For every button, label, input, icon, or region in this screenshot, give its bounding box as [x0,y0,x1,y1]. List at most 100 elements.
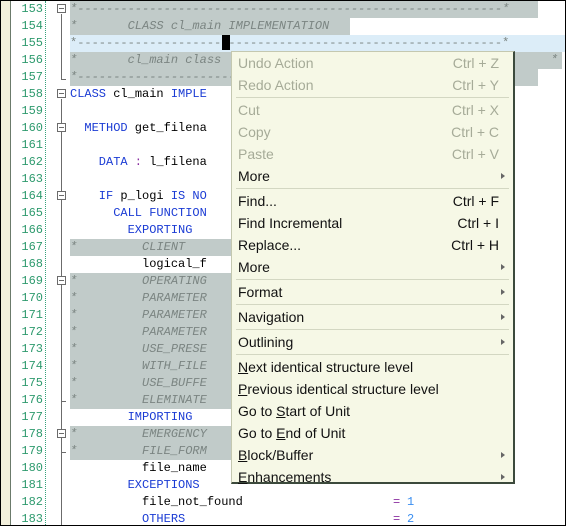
menu-shortcut: Ctrl + Z [452,55,499,71]
menu-label: Format [238,284,283,300]
line-number: 159 [21,104,43,118]
line-number: 173 [21,342,43,356]
line-number: 163 [21,172,43,186]
code-line-comment: * FILE_FORM [70,443,232,460]
menu-item-paste[interactable]: Paste Ctrl + V [232,143,513,165]
menu-shortcut: Ctrl + F [452,193,499,209]
menu-separator [236,329,509,330]
menu-shortcut: Ctrl + X [451,102,499,118]
menu-separator [236,279,509,280]
code-line: EXPORTING [70,223,193,237]
menu-label: Redo Action [238,77,314,93]
submenu-arrow-icon [501,452,505,458]
menu-item-navigation[interactable]: Navigation [232,306,513,328]
comment-text: * cl_main class [70,53,222,67]
menu-label: More [238,259,270,275]
fold-end [61,79,66,80]
fold-line [61,99,62,525]
line-number: 175 [21,376,43,390]
code-line-comment: * PARAMETER [70,307,232,324]
context-menu: Undo Action Ctrl + Z Redo Action Ctrl + Y … [231,51,515,485]
line-number: 166 [21,223,43,237]
line-number: 154 [21,19,43,33]
line-number: 171 [21,308,43,322]
fold-collapse-icon[interactable] [57,4,66,13]
menu-mnemonic: P [238,381,248,397]
menu-label: Replace... [238,237,302,253]
menu-item-more-edit[interactable]: More [232,165,513,187]
keyword: METHOD [70,121,128,135]
line-number: 156 [21,53,43,67]
menu-item-format[interactable]: Format [232,281,513,303]
line-number: 180 [21,461,43,475]
number: 2 [407,512,415,526]
menu-label: ext identical structure level [248,359,414,375]
menu-item-go-to-start-of-unit[interactable]: Go to Start of Unit [232,400,513,422]
menu-separator [236,304,509,305]
code-line-comment: * CLASS cl_main IMPLEMENTATION [70,18,350,35]
fold-collapse-icon[interactable] [57,89,66,98]
fold-collapse-icon[interactable] [57,276,66,285]
operator: = [393,512,401,526]
line-number: 183 [21,512,43,526]
fold-collapse-icon[interactable] [57,191,66,200]
line-number: 157 [21,70,43,84]
menu-item-cut[interactable]: Cut Ctrl + X [232,99,513,121]
menu-item-find-incremental[interactable]: Find Incremental Ctrl + I [232,212,513,234]
menu-item-undo-action[interactable]: Undo Action Ctrl + Z [232,52,513,74]
operator: = [393,495,401,509]
keyword: IF [70,189,114,203]
menu-item-copy[interactable]: Copy Ctrl + C [232,121,513,143]
menu-shortcut: Ctrl + V [451,146,499,162]
fold-collapse-icon[interactable] [57,123,66,132]
code-line-comment: * USE_PRESE [70,341,232,358]
menu-label: More [238,168,270,184]
comment-end: * [550,53,558,67]
code-line-comment: * OPERATING [70,273,232,290]
text-cursor [222,35,230,50]
number: 1 [407,495,415,509]
menu-item-block-buffer[interactable]: Block/Buffer [232,444,513,466]
menu-item-replace[interactable]: Replace... Ctrl + H [232,234,513,256]
menu-separator [236,97,509,98]
keyword: OTHERS [70,512,186,526]
line-number: 153 [21,2,43,16]
line-number: 158 [21,87,43,101]
menu-shortcut: Ctrl + I [457,215,499,231]
menu-item-find[interactable]: Find... Ctrl + F [232,190,513,212]
code-line: logical_f [70,257,207,271]
menu-item-go-to-end-of-unit[interactable]: Go to End of Unit [232,422,513,444]
line-number: 169 [21,274,43,288]
menu-shortcut: Ctrl + Y [452,77,499,93]
menu-label: Cut [238,102,260,118]
code-line: DATA : l_filena [70,154,207,171]
line-number: 160 [21,121,43,135]
menu-item-next-structure-level[interactable]: Next identical structure level [232,356,513,378]
menu-item-previous-structure-level[interactable]: Previous identical structure level [232,378,513,400]
menu-label: Navigation [238,309,305,325]
code-line-comment: * USE_BUFFE [70,375,232,392]
menu-label: Undo Action [238,55,314,71]
code-line-comment: * PARAMETER [70,324,232,341]
code-line-comment: * ELEMINATE [70,392,232,409]
submenu-arrow-icon [501,289,505,295]
code-line: METHOD get_filena [70,120,206,137]
menu-item-redo-action[interactable]: Redo Action Ctrl + Y [232,74,513,96]
keyword: CLASS [70,87,107,101]
line-number: 155 [21,36,43,50]
code-line: CALL FUNCTION [70,206,207,220]
menu-item-enhancements[interactable]: Enhancements [232,466,513,488]
menu-label: tart of Unit [285,403,351,419]
menu-label: revious identical structure level [247,381,439,397]
menu-separator [236,188,509,189]
fold-collapse-icon[interactable] [57,429,66,438]
line-number: 162 [21,155,43,169]
code-line: CLASS cl_main IMPLE [70,86,207,103]
line-number: 176 [21,393,43,407]
identifier: l_filena [149,155,207,169]
code-line-comment: * WITH_FILE [70,358,232,375]
submenu-arrow-icon [501,339,505,345]
menu-item-more-find[interactable]: More [232,256,513,278]
menu-item-outlining[interactable]: Outlining [232,331,513,353]
fold-end [61,452,66,453]
